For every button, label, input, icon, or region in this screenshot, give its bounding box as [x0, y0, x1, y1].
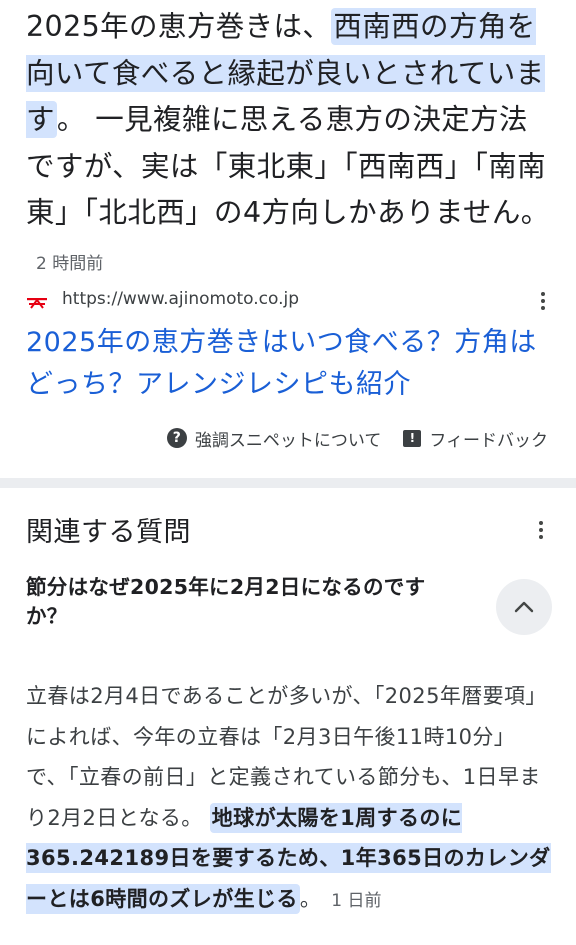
answer-end: 。 — [299, 886, 322, 911]
chevron-up-icon — [514, 601, 534, 613]
about-snippet-link[interactable]: ? 強調スニペットについて — [166, 426, 382, 451]
snippet-age: 2 時間前 — [36, 253, 104, 274]
section-divider — [0, 478, 576, 488]
related-question[interactable]: 節分はなぜ2025年に2月2日になるのですか？ — [26, 573, 466, 631]
about-snippet-label: 強調スニペットについて — [194, 430, 382, 451]
answer-age: 1 日前 — [331, 890, 382, 911]
feedback-label: フィードバック — [429, 430, 548, 451]
feedback-link[interactable]: ! フィードバック — [403, 426, 548, 451]
result-url[interactable]: https://www.ajinomoto.co.jp — [62, 289, 299, 309]
snippet-footer: ? 強調スニペットについて ! フィードバック — [166, 424, 548, 452]
more-vert-icon[interactable] — [538, 521, 544, 539]
snippet-highlight-end: 。 — [56, 103, 86, 136]
result-source[interactable]: https://www.ajinomoto.co.jp — [26, 288, 556, 316]
snippet-lead: 2025年の恵方巻きは、 — [26, 10, 332, 43]
related-answer: 立春は2月4日であることが多いが、「2025年暦要項」によれば、今年の立春は「2… — [26, 676, 556, 921]
ajinomoto-logo-icon — [26, 294, 48, 310]
collapse-answer-button[interactable] — [496, 579, 552, 635]
related-questions-title: 関連する質問 — [26, 517, 191, 548]
snippet-rest: 一見複雑に思える恵方の決定方法ですが、実は「東北東」「西南西」「南南東」「北北西… — [26, 103, 550, 229]
help-circle-icon: ? — [166, 428, 187, 448]
snippet-text: 2025年の恵方巻きは、西南西の方角を向いて食べると縁起が良いとされています。 … — [26, 4, 556, 287]
featured-snippet: 2025年の恵方巻きは、西南西の方角を向いて食べると縁起が良いとされています。 … — [26, 4, 556, 287]
more-vert-icon[interactable] — [540, 292, 546, 310]
result-title-link[interactable]: 2025年の恵方巻きはいつ食べる？方角はどっち？アレンジレシピも紹介 — [26, 322, 556, 406]
feedback-icon: ! — [403, 429, 422, 447]
